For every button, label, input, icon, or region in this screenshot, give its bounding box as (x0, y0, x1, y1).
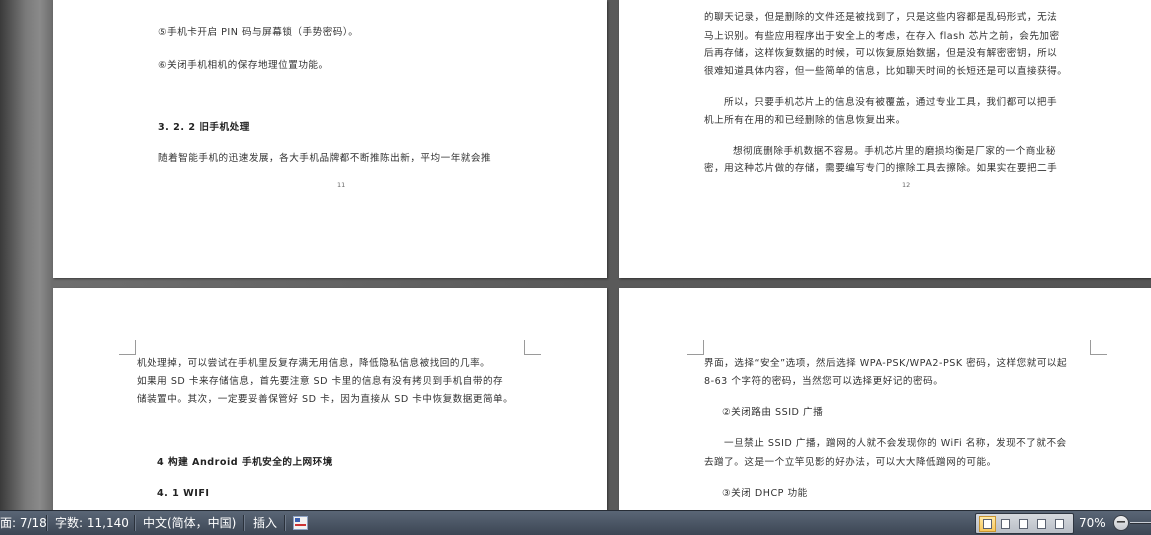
zoom-slider[interactable] (1130, 522, 1151, 524)
crop-mark (119, 340, 136, 355)
status-separator (243, 515, 245, 531)
text-line: ⑤手机卡开启 PIN 码与屏幕锁（手势密码）。 (158, 27, 359, 38)
outline-icon[interactable] (1033, 516, 1050, 532)
page-number: 12 (902, 181, 911, 189)
text-line: 后再存储，这样恢复数据的时候，可以恢复原始数据，但是没有解密密钥，所以 (704, 48, 1058, 59)
text-line: ③关闭 DHCP 功能 (722, 488, 808, 499)
full-screen-reading-icon[interactable] (997, 516, 1014, 532)
text-line: ②关闭路由 SSID 广播 (722, 407, 824, 418)
text-line: 的聊天记录，但是删除的文件还是被找到了，只是这些内容都是乱码形式，无法 (704, 12, 1058, 23)
section-heading: 4. 1 WIFI (157, 488, 210, 499)
section-heading: 3. 2. 2 旧手机处理 (158, 122, 250, 133)
draft-icon[interactable] (1051, 516, 1068, 532)
web-layout-icon[interactable] (1015, 516, 1032, 532)
page-13[interactable]: 机处理掉，可以尝试在手机里反复存满无用信息，降低隐私信息被找回的几率。 如果用 … (53, 288, 607, 510)
status-separator (284, 515, 286, 531)
text-line: 随着智能手机的迅速发展，各大手机品牌都不断推陈出新，平均一年就会推 (158, 153, 492, 164)
zoom-level[interactable]: 70% (1079, 515, 1106, 531)
status-bar: 面: 7/18 字数: 11,140 中文(简体，中国) 插入 70% − (0, 510, 1151, 535)
page-14[interactable]: 界面，选择“安全”选项，然后选择 WPA-PSK/WPA2-PSK 密码，这样您… (619, 288, 1151, 510)
text-line: 去蹭了。这是一个立竿见影的好办法，可以大大降低蹭网的可能。 (704, 457, 997, 468)
page-12[interactable]: 的聊天记录，但是删除的文件还是被找到了，只是这些内容都是乱码形式，无法 马上识别… (619, 0, 1151, 278)
crop-mark (524, 340, 541, 355)
text-line: 机上所有在用的和已经删除的信息恢复出来。 (704, 115, 906, 126)
text-line: 储装置中。其次，一定要妥善保管好 SD 卡，因为直接从 SD 卡中恢复数据更简单… (137, 394, 514, 405)
text-line: ⑥关闭手机相机的保存地理位置功能。 (158, 60, 329, 71)
zoom-out-icon[interactable]: − (1113, 515, 1129, 531)
status-separator (134, 515, 136, 531)
word-count[interactable]: 字数: 11,140 (55, 515, 129, 531)
status-separator (46, 515, 48, 531)
section-heading: 4 构建 Android 手机安全的上网环境 (157, 457, 333, 468)
page-11[interactable]: ⑤手机卡开启 PIN 码与屏幕锁（手势密码）。 ⑥关闭手机相机的保存地理位置功能… (53, 0, 607, 278)
text-line: 密，用这种芯片做的存储，需要编写专门的擦除工具去擦除。如果实在要把二手 (704, 163, 1058, 174)
print-layout-icon[interactable] (979, 516, 996, 532)
language-status[interactable]: 中文(简体，中国) (143, 515, 236, 531)
text-line: 机处理掉，可以尝试在手机里反复存满无用信息，降低隐私信息被找回的几率。 (137, 358, 491, 369)
text-line: 马上识别。有些应用程序出于安全上的考虑，在存入 flash 芯片之前，会先加密 (704, 31, 1060, 42)
text-line: 想彻底删除手机数据不容易。手机芯片里的磨损均衡是厂家的一个商业秘 (733, 146, 1056, 157)
crop-mark (1090, 340, 1107, 355)
page-number: 11 (337, 181, 346, 189)
insert-mode[interactable]: 插入 (253, 515, 277, 531)
page-counter[interactable]: 面: 7/18 (0, 515, 47, 531)
text-line: 如果用 SD 卡来存储信息，首先要注意 SD 卡里的信息有没有拷贝到手机自带的存 (137, 376, 504, 387)
text-line: 8-63 个字符的密码，当然您可以选择更好记的密码。 (704, 376, 944, 387)
text-line: 所以，只要手机芯片上的信息没有被覆盖，通过专业工具，我们都可以把手 (724, 97, 1058, 108)
language-icon[interactable] (293, 516, 308, 530)
crop-mark (687, 340, 704, 355)
text-line: 界面，选择“安全”选项，然后选择 WPA-PSK/WPA2-PSK 密码，这样您… (704, 358, 1068, 369)
text-line: 一旦禁止 SSID 广播，蹭网的人就不会发现你的 WiFi 名称，发现不了就不会 (724, 438, 1067, 449)
text-line: 很难知道具体内容，但一些简单的信息，比如聊天时间的长短还是可以直接获得。 (704, 66, 1068, 77)
document-canvas[interactable]: ⑤手机卡开启 PIN 码与屏幕锁（手势密码）。 ⑥关闭手机相机的保存地理位置功能… (0, 0, 1151, 510)
view-buttons (975, 513, 1074, 534)
